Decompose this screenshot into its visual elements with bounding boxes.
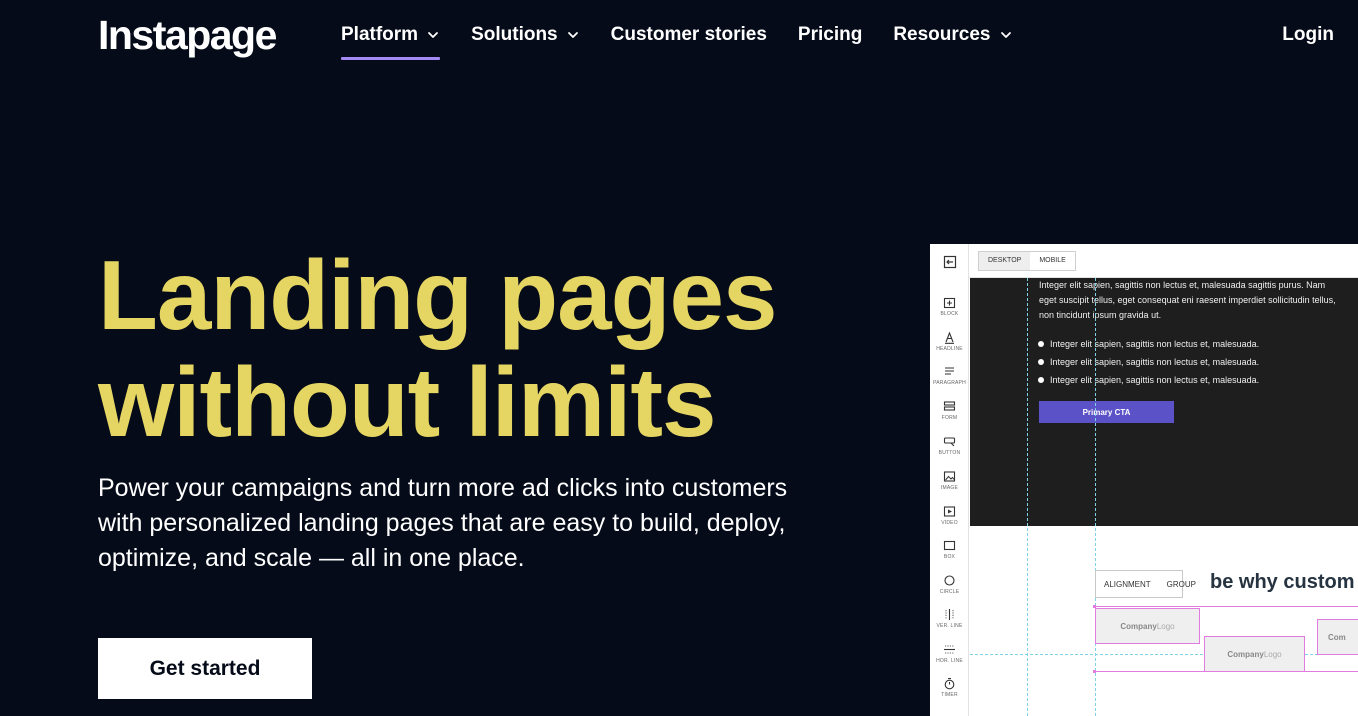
tool-ver-line: VER. LINE [930,608,969,629]
tab-desktop: DESKTOP [979,252,1031,270]
login-link[interactable]: Login [1282,24,1334,46]
guide-line [1095,278,1096,716]
get-started-button[interactable]: Get started [98,638,312,699]
exit-icon [943,255,957,269]
tool-block: BLOCK [930,296,969,317]
tab-mobile: MOBILE [1039,257,1066,264]
list-item: Integer elit sapien, sagittis non lectus… [1038,353,1259,371]
hero-title-line2: without limits [98,347,716,457]
nav-item-label: Platform [341,24,419,45]
tool-box: BOX [930,539,969,560]
chevron-down-icon [567,32,578,38]
selection-handle [1093,670,1096,673]
tool-label: FORM [941,415,958,421]
vertical-line-icon [945,609,954,620]
tool-label: VIDEO [941,520,958,526]
hero-title: Landing pages without limits [98,242,858,456]
tool-circle: CIRCLE [930,574,969,595]
tool-label: BUTTON [938,450,961,456]
form-icon [943,401,956,411]
editor-toolbar: BLOCK HEADLINE PARAGRAPH FORM BUTTON IMA… [930,244,969,716]
tool-paragraph: PARAGRAPH [930,365,969,386]
editor-section-heading: be why custom [1210,571,1355,593]
tool-form: FORM [930,400,969,421]
nav-item-label: Pricing [797,24,863,45]
nav-item-label: Solutions [471,24,558,45]
paragraph-icon [945,367,954,375]
chevron-down-icon [428,32,438,38]
editor-preview: BLOCK HEADLINE PARAGRAPH FORM BUTTON IMA… [930,244,1358,716]
list-item: Integer elit sapien, sagittis non lectus… [1038,335,1259,353]
nav-item-label: Resources [893,24,991,45]
nav-item-platform[interactable]: Platform [341,24,441,60]
company-logo-placeholder: Company Logo [1204,636,1305,672]
nav-item-label: Customer stories [610,24,767,45]
tool-label: PARAGRAPH [933,380,966,386]
tool-label: IMAGE [940,485,959,491]
hero-title-line1: Landing pages [98,240,778,350]
company-logo-placeholder: Company Logo [1095,608,1200,644]
tool-label: CIRCLE [939,589,960,595]
view-toggle: DESKTOP MOBILE [978,251,1076,271]
tool-label: TIMER [941,692,958,698]
list-item: Integer elit sapien, sagittis non lectus… [1038,371,1259,389]
tool-label: BLOCK [940,311,959,317]
editor-dark-section: Integer elit sapien, sagittis non lectus… [970,278,1358,526]
tool-headline: HEADLINE [930,331,969,352]
headline-icon [945,331,954,344]
nav-item-solutions[interactable]: Solutions [471,24,580,46]
video-icon [943,506,956,517]
button-icon [943,437,956,447]
selection-outline [1095,606,1358,607]
alignment-toolbar: ALIGNMENT GROUP [1095,570,1196,598]
tool-video: VIDEO [930,505,969,526]
tool-image: IMAGE [930,470,969,491]
horizontal-line-icon [944,645,955,654]
editor-bullet-list: Integer elit sapien, sagittis non lectus… [1038,335,1259,389]
alignment-label: ALIGNMENT [1104,579,1151,589]
nav-item-resources[interactable]: Resources [893,24,1012,46]
primary-cta-button: Primary CTA [1039,401,1174,423]
chevron-down-icon [1000,32,1011,38]
instapage-logo[interactable]: Instapage [98,12,277,59]
group-label: GROUP [1166,579,1197,589]
tool-label: HOR. LINE [936,658,963,664]
nav-item-pricing[interactable]: Pricing [798,24,862,46]
main-nav: Platform Solutions Customer stories Pric… [341,24,1044,60]
circle-icon [944,575,955,586]
company-logo-placeholder: Com [1317,619,1358,655]
tool-hor-line: HOR. LINE [930,643,969,664]
editor-topbar: DESKTOP MOBILE [969,244,1358,278]
image-icon [943,471,956,482]
nav-item-customer-stories[interactable]: Customer stories [611,24,767,46]
hero-subtitle: Power your campaigns and turn more ad cl… [98,474,788,572]
tool-label: BOX [943,554,956,560]
timer-icon [944,677,955,690]
tool-label: HEADLINE [936,346,963,352]
box-icon [943,540,956,551]
guide-line [1027,278,1028,716]
tool-timer: TIMER [930,677,969,698]
block-icon [943,297,956,309]
tool-button: BUTTON [930,435,969,456]
editor-paragraph: Integer elit sapien, sagittis non lectus… [1039,280,1336,320]
tool-label: VER. LINE [936,623,963,629]
